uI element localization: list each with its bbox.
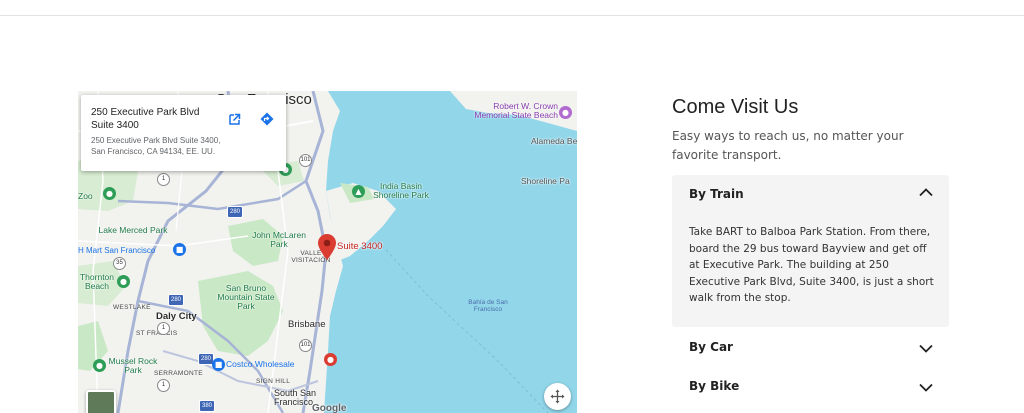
chevron-up-icon[interactable]	[918, 187, 934, 197]
park-poi-icon[interactable]: ▲	[352, 185, 365, 198]
highway-shield: 1	[157, 173, 170, 186]
map-label-costco: Costco Wholesale	[226, 359, 295, 369]
map-label-zoo: Zoo	[78, 191, 93, 201]
accordion-header-car[interactable]: By Car	[689, 340, 733, 354]
store-poi-icon[interactable]: ■	[212, 358, 225, 371]
highway-shield: 1	[157, 322, 170, 335]
place-address: 250 Executive Park Blvd Suite 3400, San …	[91, 136, 221, 156]
map-label-lake-merced: Lake Merced Park	[98, 225, 168, 235]
park-poi-icon[interactable]: ●	[93, 359, 106, 372]
open-in-maps-button[interactable]	[223, 108, 245, 130]
open-in-new-icon	[228, 113, 240, 125]
accordion-body-train: Take BART to Balboa Park Station. From t…	[689, 226, 934, 304]
map-label-mussel-rock: Mussel Rock Park	[108, 356, 158, 375]
beach-poi-icon[interactable]: ●	[117, 275, 130, 288]
accordion-header-bike[interactable]: By Bike	[689, 379, 739, 393]
interstate-shield: 280	[168, 294, 185, 306]
google-logo: Google	[312, 403, 347, 413]
shopping-poi-icon[interactable]: ■	[173, 243, 186, 256]
map-label-serramonte: SERRAMONTE	[154, 370, 203, 377]
accordion-header-train[interactable]: By Train	[689, 187, 744, 201]
map-label-st-francis: ST FRANCIS	[136, 330, 178, 337]
map-label-india-basin: India Basin Shoreline Park	[373, 181, 429, 200]
map-label-suite: Suite 3400	[337, 241, 383, 252]
directions-icon	[260, 112, 274, 126]
directions-button[interactable]	[256, 108, 278, 130]
map-label-san-bruno-mountain: San Bruno Mountain State Park	[217, 283, 275, 311]
map-label-robert-crown-beach: Robert W. Crown Memorial State Beach	[474, 101, 558, 120]
map-label-westlake: WESTLAKE	[113, 304, 151, 311]
map-pin-icon[interactable]	[318, 234, 336, 260]
map-label-daly-city: Daly City	[156, 311, 197, 322]
chevron-down-icon[interactable]	[918, 344, 934, 354]
highway-shield: 1	[157, 379, 170, 392]
highway-shield: 35	[113, 257, 126, 270]
map-label-h-mart: H Mart San Francisco	[78, 246, 156, 255]
chevron-down-icon[interactable]	[918, 383, 934, 393]
map-label-bay: Bahía de San Francisco	[468, 299, 508, 313]
place-title: 250 Executive Park Blvd Suite 3400	[91, 107, 200, 131]
zoo-poi-icon[interactable]: ●	[103, 187, 116, 200]
fullscreen-icon	[550, 389, 565, 404]
place-info-card: 250 Executive Park Blvd Suite 3400 250 E…	[81, 95, 286, 171]
section-subtitle: Easy ways to reach us, no matter your fa…	[672, 129, 904, 162]
map-label-john-mclaren-park: John McLaren Park	[252, 230, 306, 249]
map-label-shoreline-park: Shoreline Pa	[521, 176, 570, 186]
interstate-shield: 280	[227, 206, 244, 218]
map-label-sign-hill: SIGN HILL	[256, 378, 291, 385]
satellite-view-toggle[interactable]	[86, 390, 116, 413]
restaurant-poi-icon[interactable]: ●	[324, 353, 337, 366]
highway-shield: 101	[299, 339, 312, 352]
embedded-map[interactable]: San Francisco Robert W. Crown Memorial S…	[78, 91, 577, 413]
highway-shield: 101	[299, 154, 312, 167]
section-title: Come Visit Us	[672, 96, 799, 118]
fullscreen-button[interactable]	[544, 383, 571, 410]
top-navigation-bar	[0, 0, 1024, 16]
beach-poi-icon[interactable]: ●	[559, 106, 572, 119]
map-label-thornton-beach: Thornton Beach	[79, 272, 115, 291]
map-label-alameda-beach: Alameda Bea	[531, 136, 577, 146]
map-label-brisbane: Brisbane	[288, 319, 326, 330]
interstate-shield: 380	[199, 400, 216, 412]
